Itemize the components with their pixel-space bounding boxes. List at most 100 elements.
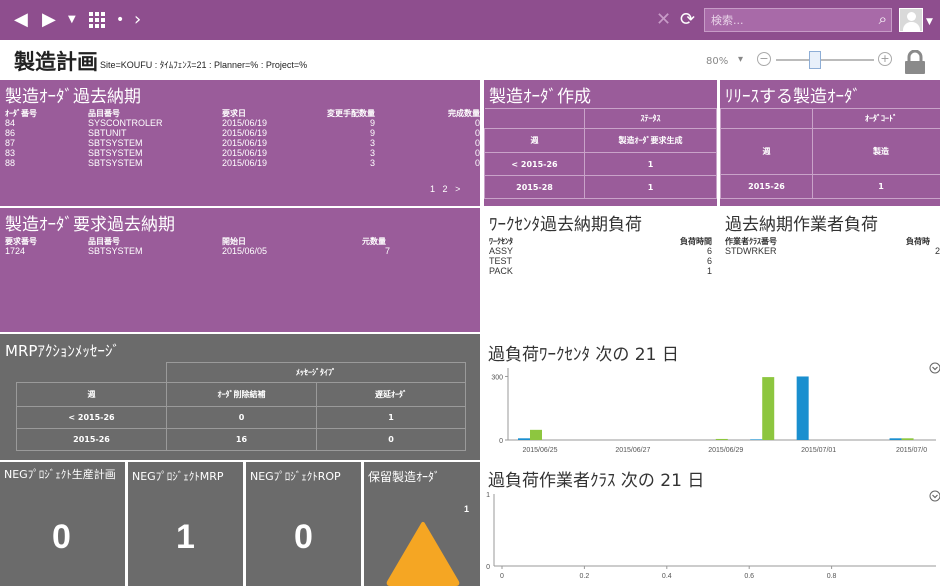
- kpi-value: 0: [294, 518, 313, 556]
- x-tick-label: 0.4: [662, 573, 672, 580]
- page-subtitle: Site=KOUFU : ﾀｲﾑﾌｪﾝｽ=21 : Planner=% : Pr…: [100, 60, 308, 70]
- table-cell: SYSCONTROLER: [88, 118, 163, 128]
- create-orders-tile[interactable]: 製造ｵｰﾀﾞ作成 ｽﾃｰﾀｽ 週製造ｵｰﾀﾞ要求生成 < 2015-26 1 20…: [484, 80, 717, 206]
- tile-title: 製造ｵｰﾀﾞ過去納期: [5, 87, 141, 107]
- table-cell: 0: [474, 148, 480, 158]
- column-header: ｽﾃｰﾀｽ: [584, 108, 717, 129]
- table-cell: SBTSYSTEM: [88, 158, 143, 168]
- x-tick-label: 2015/07/01: [801, 447, 836, 454]
- table-cell: 9: [369, 118, 375, 128]
- release-orders-table: ｵｰﾀﾞｺｰﾄﾞ 週製造 2015-26 1: [720, 108, 940, 199]
- table-cell: 2015/06/19: [222, 118, 268, 128]
- mrp-messages-tile[interactable]: MRPｱｸｼｮﾝﾒｯｾｰｼﾞ ﾒｯｾｰｼﾞﾀｲﾌﾟ 週ｵｰﾀﾞ削除結補 遅延ｵｰﾀ…: [0, 334, 480, 460]
- page-2-link[interactable]: 2: [443, 184, 448, 194]
- tile-title: NEGﾌﾟﾛｼﾞｪｸﾄROP: [250, 470, 341, 483]
- neg-project-mrp-tile[interactable]: NEGﾌﾟﾛｼﾞｪｸﾄMRP 1: [128, 462, 243, 586]
- chart-bar[interactable]: [750, 439, 763, 440]
- kpi-value: 0: [52, 518, 71, 556]
- y-tick-label: 300: [491, 374, 503, 381]
- table-row[interactable]: 2015-28 1: [484, 175, 717, 199]
- chart-bar[interactable]: [901, 438, 914, 440]
- table-cell: ASSY: [489, 246, 514, 256]
- tile-title: 保留製造ｵｰﾀﾞ: [368, 470, 441, 484]
- past-due-requests-tile[interactable]: 製造ｵｰﾀﾞ要求過去納期 要求番号 品目番号 開始日 元数量 1724 SBTS…: [0, 208, 480, 332]
- close-icon[interactable]: ✕: [656, 6, 671, 34]
- search-input[interactable]: [705, 9, 865, 32]
- y-tick-label: 0: [486, 564, 490, 571]
- table-cell: 16: [166, 428, 317, 451]
- x-tick-label: 2015/07/0: [896, 447, 927, 454]
- table-cell: 0: [316, 428, 466, 451]
- table-row[interactable]: < 2015-26 0 1: [16, 406, 466, 429]
- mrp-messages-table: ﾒｯｾｰｼﾞﾀｲﾌﾟ 週ｵｰﾀﾞ削除結補 遅延ｵｰﾀﾞ < 2015-26 0 1 2…: [16, 362, 466, 451]
- tile-title: ﾜｰｸｾﾝﾀ過去納期負荷: [489, 215, 642, 235]
- chart-bar[interactable]: [762, 377, 775, 440]
- tile-title: MRPｱｸｼｮﾝﾒｯｾｰｼﾞ: [5, 342, 120, 360]
- neg-project-rop-tile[interactable]: NEGﾌﾟﾛｼﾞｪｸﾄROP 0: [246, 462, 361, 586]
- history-dropdown-icon[interactable]: ▼: [68, 6, 76, 34]
- next-page-link[interactable]: >: [455, 184, 460, 194]
- table-cell: 88: [5, 158, 16, 168]
- lock-icon[interactable]: [904, 50, 926, 74]
- chart-bar[interactable]: [715, 438, 728, 440]
- table-cell: 6: [706, 256, 712, 266]
- table-cell: 87: [5, 138, 16, 148]
- grid-menu-icon[interactable]: [88, 6, 106, 38]
- zoom-dropdown-icon[interactable]: ▾: [738, 54, 743, 65]
- x-tick-label: 2015/06/25: [522, 447, 557, 454]
- hold-orders-tile[interactable]: 保留製造ｵｰﾀﾞ 1: [364, 462, 480, 586]
- table-cell: 1: [584, 152, 717, 176]
- release-orders-tile[interactable]: ﾘﾘｰｽする製造ｵｰﾀﾞ ｵｰﾀﾞｺｰﾄﾞ 週製造 2015-26 1: [720, 80, 940, 206]
- top-navigation-bar: ◀ ▶ ▼ • › ✕ ⟳ ⌕ ▼: [0, 0, 940, 40]
- forward-icon[interactable]: ▶: [42, 6, 56, 34]
- x-tick-label: 0: [500, 573, 504, 580]
- chart-bar[interactable]: [518, 438, 530, 440]
- table-cell: 83: [5, 148, 16, 158]
- zoom-slider[interactable]: [776, 59, 874, 61]
- page-1-link[interactable]: 1: [430, 184, 435, 194]
- table-row[interactable]: 2015-26 16 0: [16, 428, 466, 451]
- search-box: ⌕: [704, 8, 892, 32]
- chart-bar[interactable]: [530, 429, 542, 440]
- y-tick-label: 0: [499, 438, 503, 445]
- neg-project-plan-tile[interactable]: NEGﾌﾟﾛｼﾞｪｸﾄ生産計画 0: [0, 462, 125, 586]
- table-cell: 0: [166, 406, 317, 429]
- table-cell: 2015/06/19: [222, 138, 268, 148]
- back-icon[interactable]: ◀: [14, 6, 28, 34]
- chart-bar[interactable]: [889, 438, 902, 440]
- create-orders-table: ｽﾃｰﾀｽ 週製造ｵｰﾀﾞ要求生成 < 2015-26 1 2015-28 1: [484, 108, 717, 199]
- y-tick-label: 1: [486, 492, 490, 499]
- zoom-out-button[interactable]: −: [757, 52, 771, 66]
- table-cell: 2015-26: [16, 428, 167, 451]
- worker-past-due-tile[interactable]: 過去納期作業者負荷 作業者ｸﾗｽ番号 負荷時 STDWRKER 2: [720, 208, 940, 332]
- avatar-menu-icon[interactable]: ▼: [926, 8, 933, 36]
- breadcrumb-next-icon[interactable]: ›: [134, 6, 141, 34]
- table-row[interactable]: 2015-26 1: [720, 174, 940, 199]
- column-header: ｵｰﾀﾞ削除結補: [166, 382, 317, 407]
- table-cell: 1: [584, 175, 717, 199]
- wc-past-due-tile[interactable]: ﾜｰｸｾﾝﾀ過去納期負荷 ﾜｰｸｾﾝﾀ 負荷時間 ASSY 6 TEST 6 PACK 1: [484, 208, 717, 332]
- zoom-slider-handle[interactable]: [809, 51, 822, 69]
- table-row[interactable]: < 2015-26 1: [484, 152, 717, 176]
- overload-wc-chart-tile[interactable]: 過負荷ﾜｰｸｾﾝﾀ 次の 21 日 0 300 2015/06/25 2015/06/…: [484, 334, 940, 460]
- zoom-in-button[interactable]: +: [878, 52, 892, 66]
- overload-worker-chart-tile[interactable]: 過負荷作業者ｸﾗｽ 次の 21 日 0 1 0 0.2 0.4 0.6 0.8: [484, 462, 940, 586]
- chart-bar[interactable]: [796, 376, 809, 440]
- tile-title: 製造ｵｰﾀﾞ要求過去納期: [5, 215, 175, 235]
- warning-triangle-icon: [386, 522, 460, 586]
- column-header: 製造ｵｰﾀﾞ要求生成: [584, 128, 717, 153]
- x-tick-label: 2015/06/27: [615, 447, 650, 454]
- table-cell: STDWRKER: [725, 246, 777, 256]
- hold-orders-count: 1: [464, 504, 470, 514]
- table-cell: 3: [369, 148, 375, 158]
- tile-title: ﾘﾘｰｽする製造ｵｰﾀﾞ: [725, 87, 861, 107]
- column-header: 製造: [812, 128, 940, 175]
- search-icon[interactable]: ⌕: [879, 10, 887, 28]
- tile-title: NEGﾌﾟﾛｼﾞｪｸﾄ生産計画: [4, 468, 116, 481]
- table-cell: < 2015-26: [484, 152, 585, 176]
- refresh-icon[interactable]: ⟳: [680, 6, 695, 34]
- dot-icon: •: [116, 12, 125, 28]
- avatar[interactable]: [899, 8, 923, 32]
- zoom-level: 80%: [706, 56, 729, 67]
- past-due-orders-tile[interactable]: 製造ｵｰﾀﾞ過去納期 ｵｰﾀﾞ番号 品目番号 要求日 変更手配数量 完成数量 84 SYSC…: [0, 80, 480, 206]
